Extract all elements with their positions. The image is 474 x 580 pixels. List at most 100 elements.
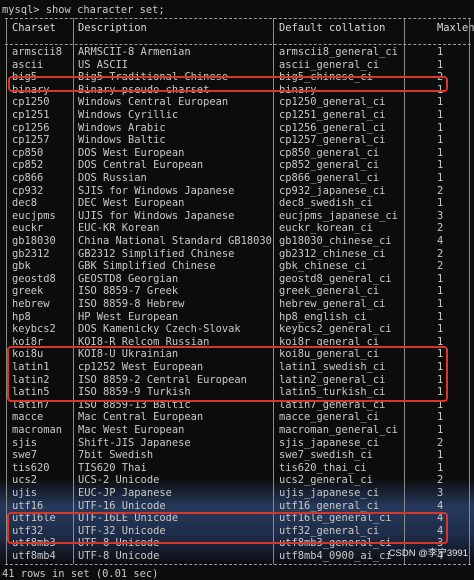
table-cell: UJIS for Windows Japanese — [78, 209, 235, 222]
table-cell: macroman_general_ci — [279, 424, 398, 436]
table-cell: sjis_japanese_ci — [279, 436, 380, 449]
table-cell: GB2312 Simplified Chinese — [78, 247, 235, 260]
table-cell: keybcs2 — [12, 323, 56, 336]
table-cell: 1 — [437, 159, 444, 172]
table-row: cp850 DOS West European cp850_general_ci 1 — [0, 147, 474, 160]
table-cell: gbk — [12, 260, 31, 273]
table-cell: gb2312 — [12, 247, 50, 260]
table-row: cp1257 Windows Baltic cp1257_general_ci 1 — [0, 134, 474, 147]
table-cell: 2 — [437, 184, 444, 197]
table-row: greek ISO 8859-7 Greek greek_general_ci 1 — [0, 285, 474, 298]
table-cell: 2 — [437, 436, 444, 449]
table-cell: GBK Simplified Chinese — [78, 260, 216, 273]
table-cell: 1 — [437, 197, 444, 210]
table-cell: DEC West European — [78, 197, 185, 210]
table-cell: ascii — [12, 58, 44, 71]
table-cell: EUC-KR Korean — [78, 222, 160, 235]
table-cell: gb2312_chinese_ci — [279, 247, 386, 260]
table-cell: 1 — [437, 411, 444, 424]
table-row: macce Mac Central European macce_general_c… — [0, 411, 474, 424]
table-cell: Windows Baltic — [78, 134, 166, 147]
table-cell: 1 — [437, 121, 444, 134]
watermark: CSDN @李宁3991 — [388, 548, 468, 559]
table-cell: euckr — [12, 222, 44, 235]
table-cell: 1 — [437, 58, 444, 71]
table-border-bottom — [5, 563, 471, 565]
table-row: hp8 HP West European hp8_english_ci 1 — [0, 311, 474, 324]
table-cell: hebrew_general_ci — [279, 298, 386, 310]
table-cell: cp866 — [12, 172, 44, 184]
table-cell: 4 — [437, 499, 444, 512]
table-row: ucs2 UCS-2 Unicode ucs2_general_ci 2 — [0, 474, 474, 487]
table-cell: utf8mb4_0900_ai_ci — [279, 550, 392, 562]
table-row: cp866 DOS Russian cp866_general_ci 1 — [0, 172, 474, 185]
column-header: Description — [78, 22, 147, 34]
table-cell: tis620_thai_ci — [279, 461, 367, 474]
table-cell: cp850_general_ci — [279, 146, 380, 159]
table-row: macroman Mac West European macroman_genera… — [0, 424, 474, 437]
table-cell: DOS Russian — [78, 172, 147, 184]
table-cell: tis620 — [12, 461, 50, 474]
table-cell: ujis — [12, 487, 38, 499]
table-cell: cp1257 — [12, 134, 50, 147]
table-cell: eucjpms — [12, 209, 56, 222]
table-row: euckr EUC-KR Korean euckr_korean_ci 2 — [0, 222, 474, 235]
table-cell: swe7 — [12, 449, 38, 462]
table-cell: hp8_english_ci — [279, 310, 367, 323]
table-row: tis620 TIS620 Thai tis620_thai_ci 1 — [0, 462, 474, 475]
table-cell: 7bit Swedish — [78, 449, 154, 462]
table-row: gb18030 China National Standard GB18030 gb… — [0, 235, 474, 248]
table-row: gbk GBK Simplified Chinese gbk_chinese_ci 2 — [0, 260, 474, 273]
table-cell: armscii8 — [12, 46, 63, 58]
table-cell: cp852_general_ci — [279, 159, 380, 172]
table-cell: cp1257_general_ci — [279, 134, 386, 147]
table-cell: cp1250_general_ci — [279, 96, 386, 109]
table-cell: Windows Central European — [78, 96, 229, 109]
table-cell: cp1250 — [12, 96, 50, 109]
table-cell: DOS Central European — [78, 159, 204, 172]
command-prompt: mysql> show character set; — [2, 4, 165, 16]
table-cell: SJIS for Windows Japanese — [78, 184, 235, 197]
table-cell: macroman — [12, 424, 63, 436]
table-cell: HP West European — [78, 310, 179, 323]
table-cell: macce — [12, 411, 44, 424]
table-cell: Mac Central European — [78, 411, 204, 424]
table-row: geostd8 GEOSTD8 Georgian geostd8_general_c… — [0, 273, 474, 286]
table-cell: cp1251 — [12, 109, 50, 121]
table-cell: UTF-16 Unicode — [78, 499, 166, 512]
table-row: cp852 DOS Central European cp852_general_c… — [0, 159, 474, 172]
table-cell: UTF-8 Unicode — [78, 550, 160, 562]
table-cell: cp932_japanese_ci — [279, 184, 386, 197]
table-cell: TIS620 Thai — [78, 461, 147, 474]
column-divider — [73, 18, 74, 564]
table-cell: ucs2_general_ci — [279, 474, 373, 487]
table-cell: euckr_korean_ci — [279, 222, 373, 235]
table-row: cp1256 Windows Arabic cp1256_general_ci 1 — [0, 122, 474, 135]
table-cell: 1 — [437, 298, 444, 310]
table-cell: GEOSTD8 Georgian — [78, 272, 179, 285]
table-row: cp1250 Windows Central European cp1250_gen… — [0, 96, 474, 109]
table-cell: cp866_general_ci — [279, 172, 380, 184]
table-cell: 2 — [437, 474, 444, 487]
table-cell: ISO 8859-7 Greek — [78, 285, 179, 298]
table-cell: geostd8_general_ci — [279, 272, 392, 285]
table-cell: cp932 — [12, 184, 44, 197]
table-cell: 2 — [437, 247, 444, 260]
table-cell: DOS Kamenicky Czech-Slovak — [78, 323, 241, 336]
table-row: sjis Shift-JIS Japanese sjis_japanese_ci 2 — [0, 437, 474, 450]
table-row: gb2312 GB2312 Simplified Chinese gb2312_ch… — [0, 248, 474, 261]
table-cell: sjis — [12, 436, 38, 449]
table-cell: dec8_swedish_ci — [279, 197, 373, 210]
table-cell: hebrew — [12, 298, 50, 310]
table-cell: 1 — [437, 96, 444, 109]
table-cell: greek — [12, 285, 44, 298]
table-cell: Mac West European — [78, 424, 185, 436]
column-divider — [273, 18, 274, 564]
table-cell: 1 — [437, 323, 444, 336]
table-row: swe7 7bit Swedish swe7_swedish_ci 1 — [0, 449, 474, 462]
table-cell: US ASCII — [78, 58, 129, 71]
table-cell: geostd8 — [12, 272, 56, 285]
table-cell: 1 — [437, 285, 444, 298]
table-cell: ujis_japanese_ci — [279, 487, 380, 499]
table-row: cp1251 Windows Cyrillic cp1251_general_ci 1 — [0, 109, 474, 122]
